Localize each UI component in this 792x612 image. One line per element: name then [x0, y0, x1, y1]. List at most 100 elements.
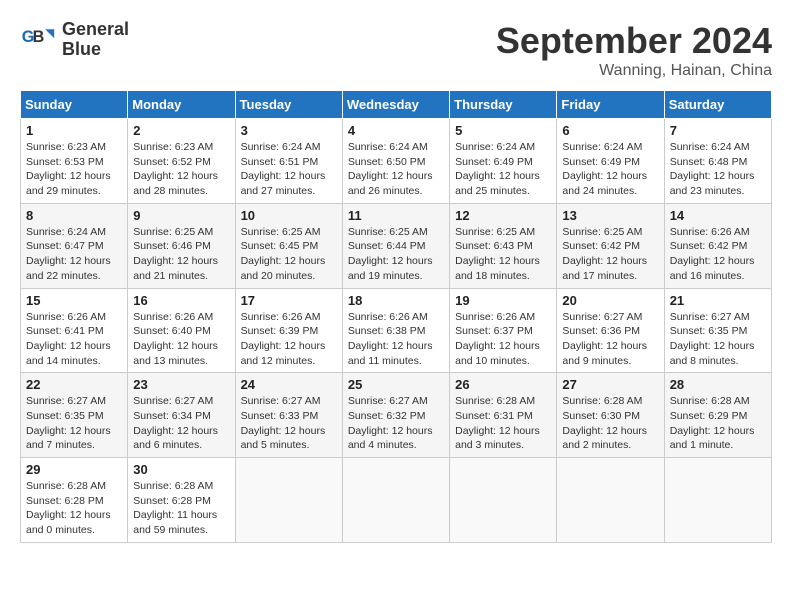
day-number: 22	[26, 377, 122, 392]
day-number: 5	[455, 123, 551, 138]
day-number: 16	[133, 293, 229, 308]
day-info: Sunrise: 6:26 AM Sunset: 6:39 PM Dayligh…	[241, 310, 337, 369]
day-info: Sunrise: 6:24 AM Sunset: 6:47 PM Dayligh…	[26, 225, 122, 284]
day-number: 24	[241, 377, 337, 392]
day-number: 2	[133, 123, 229, 138]
week-row-3: 15Sunrise: 6:26 AM Sunset: 6:41 PM Dayli…	[21, 288, 772, 373]
location-title: Wanning, Hainan, China	[496, 62, 772, 80]
day-info: Sunrise: 6:26 AM Sunset: 6:42 PM Dayligh…	[670, 225, 766, 284]
calendar-cell: 2 Sunrise: 6:23 AM Sunset: 6:52 PM Daylig…	[128, 119, 235, 204]
day-number: 10	[241, 208, 337, 223]
calendar-cell: 18 Sunrise: 6:26 AM Sunset: 6:38 PM Dayli…	[342, 288, 449, 373]
day-number: 11	[348, 208, 444, 223]
calendar-cell: 5 Sunrise: 6:24 AM Sunset: 6:49 PM Daylig…	[450, 119, 557, 204]
day-info: Sunrise: 6:24 AM Sunset: 6:49 PM Dayligh…	[455, 140, 551, 199]
calendar-cell: 15Sunrise: 6:26 AM Sunset: 6:41 PM Dayli…	[21, 288, 128, 373]
calendar-cell: 1 Sunrise: 6:23 AM Sunset: 6:53 PM Daylig…	[21, 119, 128, 204]
day-number: 13	[562, 208, 658, 223]
calendar-cell: 12 Sunrise: 6:25 AM Sunset: 6:43 PM Dayli…	[450, 203, 557, 288]
day-number: 12	[455, 208, 551, 223]
calendar-cell: 14 Sunrise: 6:26 AM Sunset: 6:42 PM Dayli…	[664, 203, 771, 288]
day-info: Sunrise: 6:26 AM Sunset: 6:37 PM Dayligh…	[455, 310, 551, 369]
calendar-cell: 24 Sunrise: 6:27 AM Sunset: 6:33 PM Dayli…	[235, 373, 342, 458]
calendar-cell: 26 Sunrise: 6:28 AM Sunset: 6:31 PM Dayli…	[450, 373, 557, 458]
day-info: Sunrise: 6:25 AM Sunset: 6:46 PM Dayligh…	[133, 225, 229, 284]
weekday-header-wednesday: Wednesday	[342, 91, 449, 119]
day-number: 19	[455, 293, 551, 308]
calendar-cell	[235, 458, 342, 543]
day-number: 26	[455, 377, 551, 392]
logo-text: General Blue	[62, 20, 129, 60]
calendar-cell: 10 Sunrise: 6:25 AM Sunset: 6:45 PM Dayli…	[235, 203, 342, 288]
calendar-cell: 20 Sunrise: 6:27 AM Sunset: 6:36 PM Dayli…	[557, 288, 664, 373]
day-info: Sunrise: 6:25 AM Sunset: 6:43 PM Dayligh…	[455, 225, 551, 284]
day-info: Sunrise: 6:23 AM Sunset: 6:53 PM Dayligh…	[26, 140, 122, 199]
calendar-cell: 29Sunrise: 6:28 AM Sunset: 6:28 PM Dayli…	[21, 458, 128, 543]
calendar-cell: 17 Sunrise: 6:26 AM Sunset: 6:39 PM Dayli…	[235, 288, 342, 373]
weekday-header-saturday: Saturday	[664, 91, 771, 119]
day-info: Sunrise: 6:27 AM Sunset: 6:35 PM Dayligh…	[26, 394, 122, 453]
day-info: Sunrise: 6:24 AM Sunset: 6:51 PM Dayligh…	[241, 140, 337, 199]
day-number: 14	[670, 208, 766, 223]
weekday-header-tuesday: Tuesday	[235, 91, 342, 119]
day-number: 23	[133, 377, 229, 392]
weekday-header-thursday: Thursday	[450, 91, 557, 119]
day-info: Sunrise: 6:26 AM Sunset: 6:38 PM Dayligh…	[348, 310, 444, 369]
day-number: 18	[348, 293, 444, 308]
calendar-cell: 30Sunrise: 6:28 AM Sunset: 6:28 PM Dayli…	[128, 458, 235, 543]
month-title: September 2024	[496, 20, 772, 62]
day-info: Sunrise: 6:27 AM Sunset: 6:35 PM Dayligh…	[670, 310, 766, 369]
weekday-header-row: SundayMondayTuesdayWednesdayThursdayFrid…	[21, 91, 772, 119]
day-info: Sunrise: 6:25 AM Sunset: 6:42 PM Dayligh…	[562, 225, 658, 284]
calendar-cell: 9 Sunrise: 6:25 AM Sunset: 6:46 PM Daylig…	[128, 203, 235, 288]
day-number: 27	[562, 377, 658, 392]
calendar-cell	[664, 458, 771, 543]
title-area: September 2024 Wanning, Hainan, China	[496, 20, 772, 80]
week-row-2: 8 Sunrise: 6:24 AM Sunset: 6:47 PM Daylig…	[21, 203, 772, 288]
calendar-cell: 22 Sunrise: 6:27 AM Sunset: 6:35 PM Dayli…	[21, 373, 128, 458]
day-info: Sunrise: 6:28 AM Sunset: 6:29 PM Dayligh…	[670, 394, 766, 453]
calendar-cell: 16 Sunrise: 6:26 AM Sunset: 6:40 PM Dayli…	[128, 288, 235, 373]
day-number: 6	[562, 123, 658, 138]
calendar: SundayMondayTuesdayWednesdayThursdayFrid…	[20, 90, 772, 543]
day-info: Sunrise: 6:28 AM Sunset: 6:28 PM Dayligh…	[133, 479, 229, 538]
calendar-cell: 13 Sunrise: 6:25 AM Sunset: 6:42 PM Dayli…	[557, 203, 664, 288]
calendar-cell	[557, 458, 664, 543]
day-number: 9	[133, 208, 229, 223]
day-info: Sunrise: 6:27 AM Sunset: 6:36 PM Dayligh…	[562, 310, 658, 369]
calendar-cell: 7Sunrise: 6:24 AM Sunset: 6:48 PM Daylig…	[664, 119, 771, 204]
day-number: 17	[241, 293, 337, 308]
day-info: Sunrise: 6:26 AM Sunset: 6:41 PM Dayligh…	[26, 310, 122, 369]
day-info: Sunrise: 6:27 AM Sunset: 6:32 PM Dayligh…	[348, 394, 444, 453]
day-info: Sunrise: 6:25 AM Sunset: 6:45 PM Dayligh…	[241, 225, 337, 284]
day-info: Sunrise: 6:25 AM Sunset: 6:44 PM Dayligh…	[348, 225, 444, 284]
calendar-cell	[450, 458, 557, 543]
day-number: 7	[670, 123, 766, 138]
calendar-cell: 19 Sunrise: 6:26 AM Sunset: 6:37 PM Dayli…	[450, 288, 557, 373]
day-info: Sunrise: 6:27 AM Sunset: 6:33 PM Dayligh…	[241, 394, 337, 453]
day-info: Sunrise: 6:26 AM Sunset: 6:40 PM Dayligh…	[133, 310, 229, 369]
day-number: 8	[26, 208, 122, 223]
calendar-cell: 11 Sunrise: 6:25 AM Sunset: 6:44 PM Dayli…	[342, 203, 449, 288]
day-number: 1	[26, 123, 122, 138]
calendar-cell: 3 Sunrise: 6:24 AM Sunset: 6:51 PM Daylig…	[235, 119, 342, 204]
day-info: Sunrise: 6:24 AM Sunset: 6:50 PM Dayligh…	[348, 140, 444, 199]
day-number: 4	[348, 123, 444, 138]
logo: G B General Blue	[20, 20, 129, 60]
week-row-5: 29Sunrise: 6:28 AM Sunset: 6:28 PM Dayli…	[21, 458, 772, 543]
calendar-cell: 8 Sunrise: 6:24 AM Sunset: 6:47 PM Daylig…	[21, 203, 128, 288]
week-row-4: 22 Sunrise: 6:27 AM Sunset: 6:35 PM Dayli…	[21, 373, 772, 458]
day-info: Sunrise: 6:24 AM Sunset: 6:49 PM Dayligh…	[562, 140, 658, 199]
weekday-header-friday: Friday	[557, 91, 664, 119]
day-info: Sunrise: 6:23 AM Sunset: 6:52 PM Dayligh…	[133, 140, 229, 199]
day-number: 21	[670, 293, 766, 308]
calendar-cell: 28Sunrise: 6:28 AM Sunset: 6:29 PM Dayli…	[664, 373, 771, 458]
day-number: 20	[562, 293, 658, 308]
day-info: Sunrise: 6:28 AM Sunset: 6:31 PM Dayligh…	[455, 394, 551, 453]
calendar-cell: 27Sunrise: 6:28 AM Sunset: 6:30 PM Dayli…	[557, 373, 664, 458]
calendar-cell: 4 Sunrise: 6:24 AM Sunset: 6:50 PM Daylig…	[342, 119, 449, 204]
svg-text:B: B	[33, 28, 45, 46]
day-number: 3	[241, 123, 337, 138]
day-info: Sunrise: 6:27 AM Sunset: 6:34 PM Dayligh…	[133, 394, 229, 453]
calendar-cell: 23 Sunrise: 6:27 AM Sunset: 6:34 PM Dayli…	[128, 373, 235, 458]
